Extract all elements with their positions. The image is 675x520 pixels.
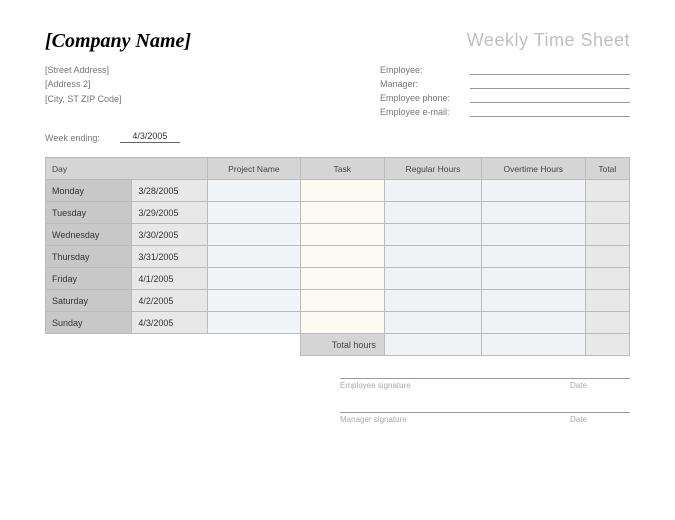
date-cell: 4/2/2005 <box>132 290 208 312</box>
manager-signature-date-label: Date <box>570 415 630 424</box>
task-cell[interactable] <box>300 180 384 202</box>
employee-email-field[interactable] <box>470 105 630 117</box>
table-header-row: Day Project Name Task Regular Hours Over… <box>46 158 630 180</box>
date-cell: 3/28/2005 <box>132 180 208 202</box>
date-cell: 4/1/2005 <box>132 268 208 290</box>
table-row: Sunday4/3/2005 <box>46 312 630 334</box>
manager-field[interactable] <box>470 77 630 89</box>
col-day: Day <box>46 158 208 180</box>
regular-hours-cell[interactable] <box>384 202 481 224</box>
col-task: Task <box>300 158 384 180</box>
overtime-hours-cell[interactable] <box>481 224 585 246</box>
project-cell[interactable] <box>208 202 300 224</box>
employee-signature-date-label: Date <box>570 381 630 390</box>
row-total-cell <box>585 290 629 312</box>
col-project: Project Name <box>208 158 300 180</box>
employee-label: Employee: <box>380 65 470 75</box>
employee-email-label: Employee e-mail: <box>380 107 470 117</box>
date-cell: 3/31/2005 <box>132 246 208 268</box>
address-city: [City, ST ZIP Code] <box>45 92 122 106</box>
address-block: [Street Address] [Address 2] [City, ST Z… <box>45 63 122 119</box>
project-cell[interactable] <box>208 290 300 312</box>
task-cell[interactable] <box>300 224 384 246</box>
day-cell: Wednesday <box>46 224 132 246</box>
row-total-cell <box>585 246 629 268</box>
overtime-hours-cell[interactable] <box>481 312 585 334</box>
project-cell[interactable] <box>208 224 300 246</box>
col-regular: Regular Hours <box>384 158 481 180</box>
day-cell: Monday <box>46 180 132 202</box>
date-cell: 4/3/2005 <box>132 312 208 334</box>
project-cell[interactable] <box>208 268 300 290</box>
table-row: Monday3/28/2005 <box>46 180 630 202</box>
signature-block: Employee signature Date Manager signatur… <box>340 378 630 424</box>
day-cell: Thursday <box>46 246 132 268</box>
employee-phone-label: Employee phone: <box>380 93 470 103</box>
totals-regular <box>384 334 481 356</box>
employee-signature-label: Employee signature <box>340 381 570 390</box>
row-total-cell <box>585 224 629 246</box>
timesheet-table: Day Project Name Task Regular Hours Over… <box>45 157 630 356</box>
regular-hours-cell[interactable] <box>384 312 481 334</box>
day-cell: Friday <box>46 268 132 290</box>
table-row: Tuesday3/29/2005 <box>46 202 630 224</box>
regular-hours-cell[interactable] <box>384 268 481 290</box>
task-cell[interactable] <box>300 268 384 290</box>
totals-row: Total hours <box>46 334 630 356</box>
row-total-cell <box>585 180 629 202</box>
day-cell: Saturday <box>46 290 132 312</box>
project-cell[interactable] <box>208 246 300 268</box>
table-row: Thursday3/31/2005 <box>46 246 630 268</box>
date-cell: 3/30/2005 <box>132 224 208 246</box>
col-total: Total <box>585 158 629 180</box>
totals-overtime <box>481 334 585 356</box>
totals-grand <box>585 334 629 356</box>
overtime-hours-cell[interactable] <box>481 180 585 202</box>
overtime-hours-cell[interactable] <box>481 246 585 268</box>
task-cell[interactable] <box>300 312 384 334</box>
manager-signature-label: Manager signature <box>340 415 570 424</box>
manager-label: Manager: <box>380 79 470 89</box>
project-cell[interactable] <box>208 180 300 202</box>
company-name: [Company Name] <box>45 30 191 53</box>
day-cell: Tuesday <box>46 202 132 224</box>
row-total-cell <box>585 268 629 290</box>
project-cell[interactable] <box>208 312 300 334</box>
regular-hours-cell[interactable] <box>384 246 481 268</box>
col-overtime: Overtime Hours <box>481 158 585 180</box>
address-street: [Street Address] <box>45 63 122 77</box>
regular-hours-cell[interactable] <box>384 180 481 202</box>
row-total-cell <box>585 202 629 224</box>
task-cell[interactable] <box>300 202 384 224</box>
employee-field[interactable] <box>470 63 630 75</box>
table-row: Wednesday3/30/2005 <box>46 224 630 246</box>
week-ending-label: Week ending: <box>45 133 100 143</box>
address-line2: [Address 2] <box>45 77 122 91</box>
date-cell: 3/29/2005 <box>132 202 208 224</box>
totals-label: Total hours <box>300 334 384 356</box>
overtime-hours-cell[interactable] <box>481 202 585 224</box>
overtime-hours-cell[interactable] <box>481 290 585 312</box>
row-total-cell <box>585 312 629 334</box>
overtime-hours-cell[interactable] <box>481 268 585 290</box>
task-cell[interactable] <box>300 246 384 268</box>
table-row: Friday4/1/2005 <box>46 268 630 290</box>
table-row: Saturday4/2/2005 <box>46 290 630 312</box>
task-cell[interactable] <box>300 290 384 312</box>
page-title: Weekly Time Sheet <box>467 30 630 51</box>
regular-hours-cell[interactable] <box>384 290 481 312</box>
regular-hours-cell[interactable] <box>384 224 481 246</box>
day-cell: Sunday <box>46 312 132 334</box>
employee-info-block: Employee: Manager: Employee phone: Emplo… <box>380 63 630 119</box>
week-ending-value[interactable]: 4/3/2005 <box>120 131 180 143</box>
employee-phone-field[interactable] <box>470 91 630 103</box>
